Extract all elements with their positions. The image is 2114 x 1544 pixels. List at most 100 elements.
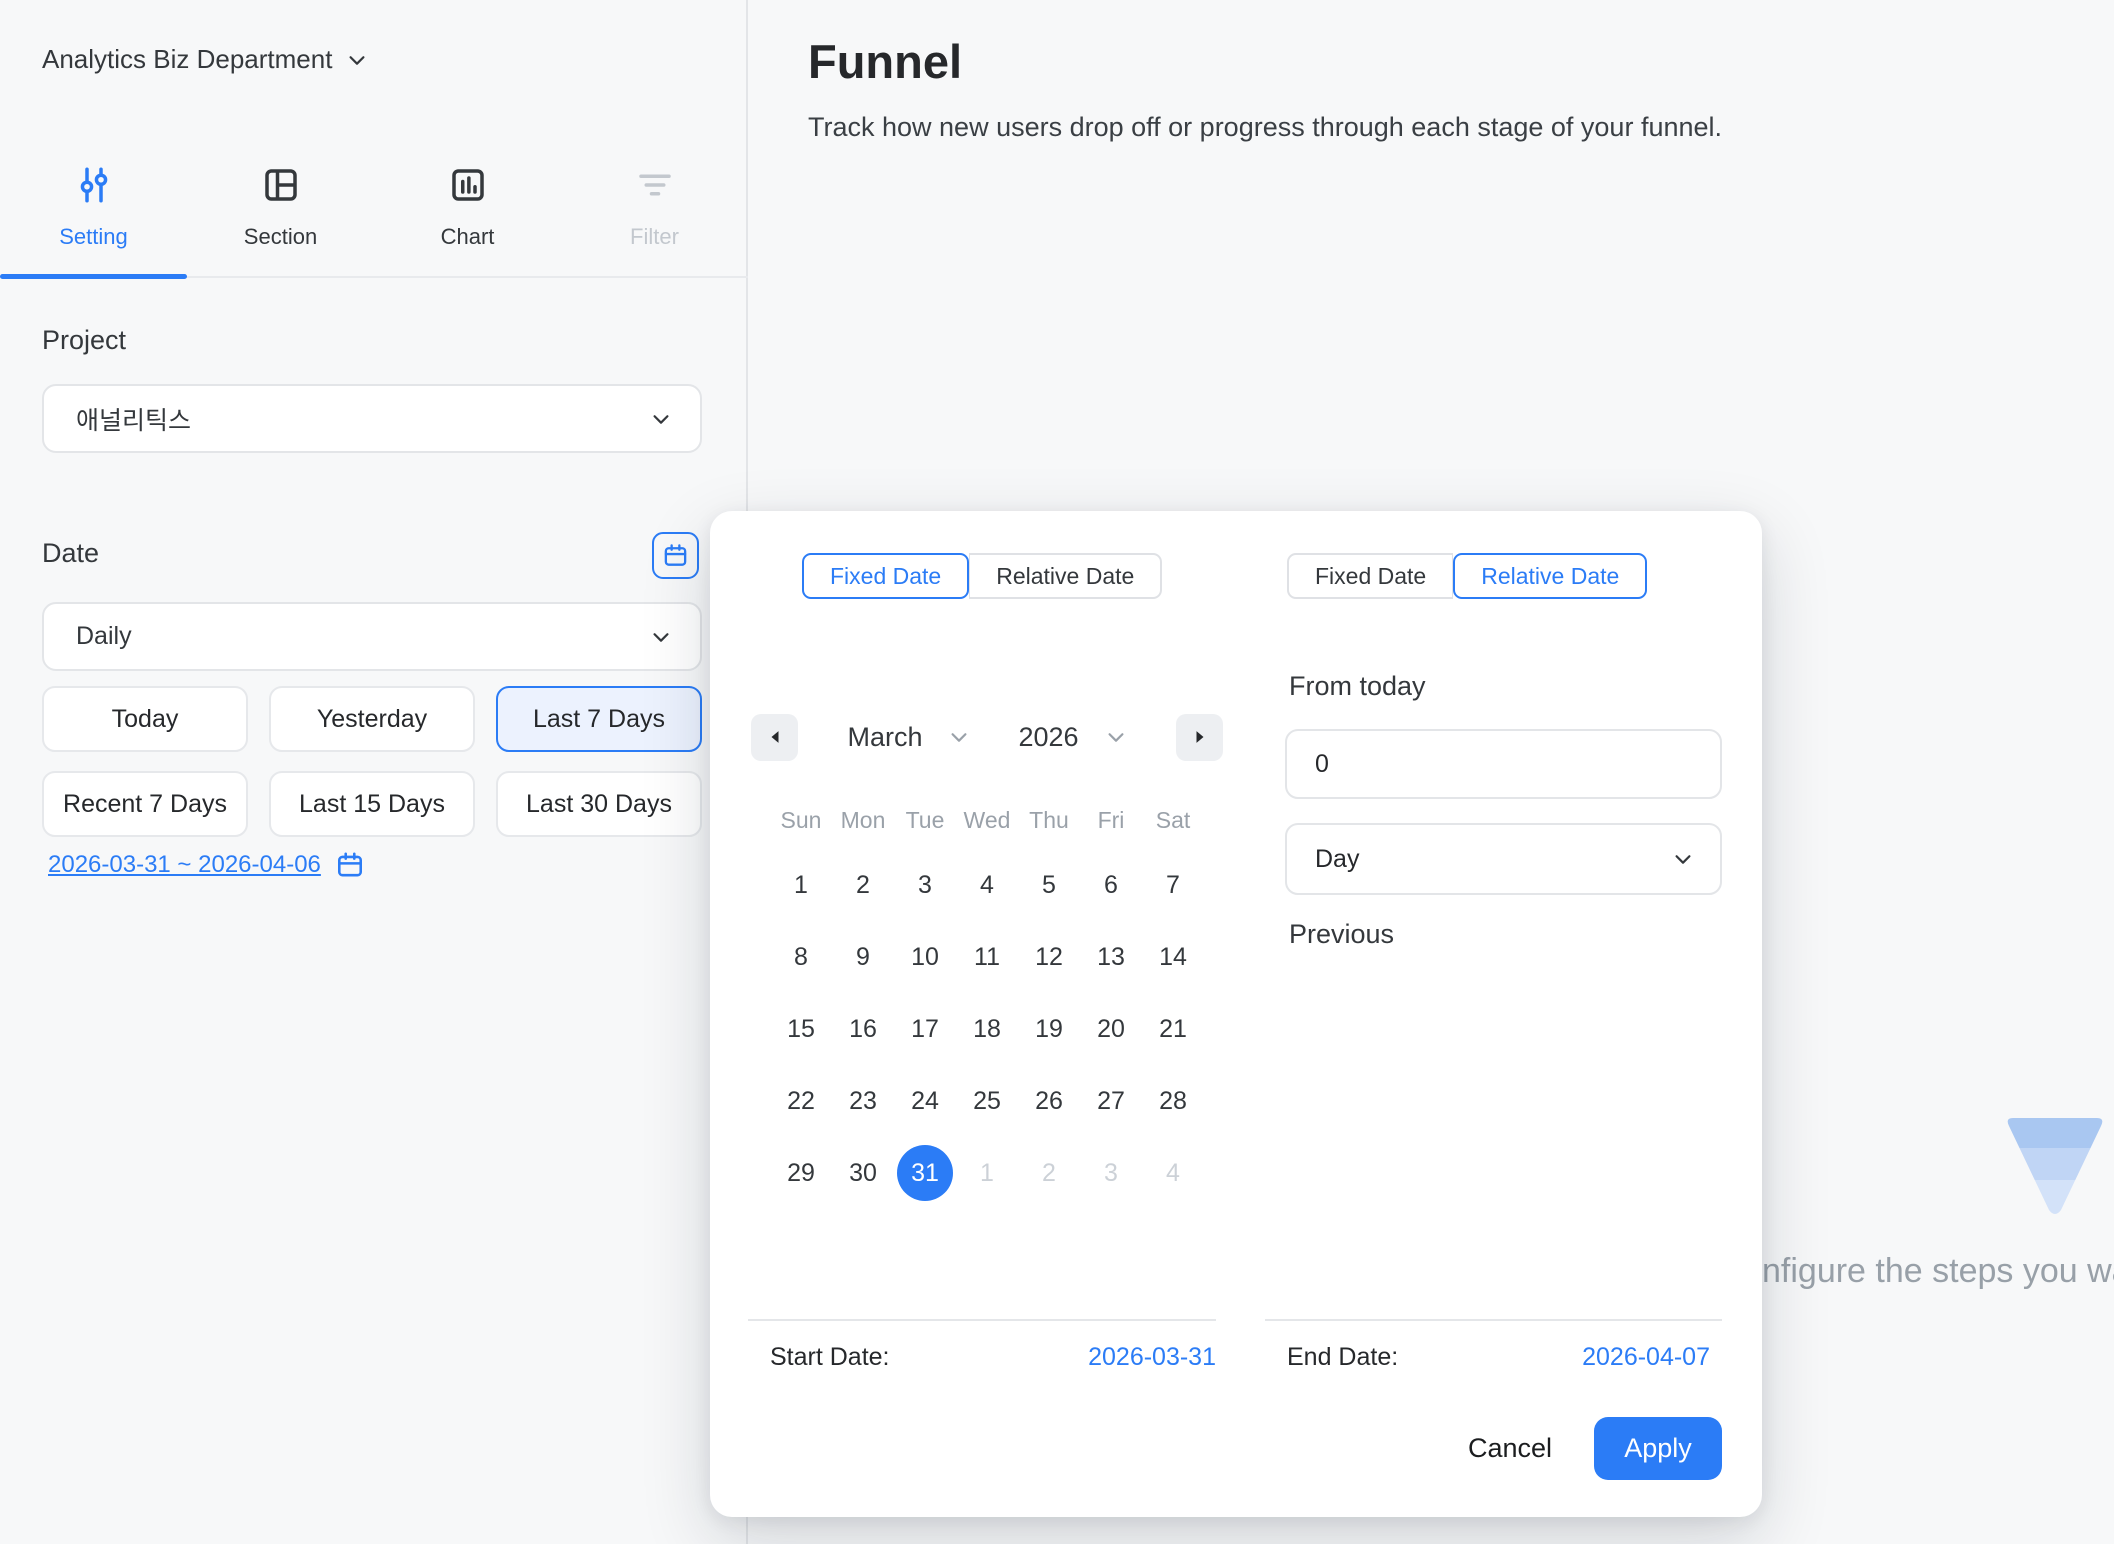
- end-date-value[interactable]: 2026-04-07: [1582, 1343, 1710, 1372]
- calendar-weekdays: SunMonTueWedThuFriSat: [770, 807, 1204, 834]
- start-date-row: Start Date: 2026-03-31: [770, 1343, 1216, 1372]
- calendar-day[interactable]: 15: [770, 993, 832, 1065]
- project-label: Project: [42, 325, 126, 356]
- start-date-value[interactable]: 2026-03-31: [1088, 1343, 1216, 1372]
- calendar-day[interactable]: 29: [770, 1137, 832, 1209]
- chevron-down-icon: [1672, 848, 1694, 870]
- calendar-day[interactable]: 30: [832, 1137, 894, 1209]
- preset-last-30-days-button[interactable]: Last 30 Days: [496, 771, 702, 837]
- calendar-day[interactable]: 16: [832, 993, 894, 1065]
- end-fixed-date-button[interactable]: Fixed Date: [1287, 553, 1453, 599]
- weekday-label: Thu: [1018, 807, 1080, 834]
- weekday-label: Tue: [894, 807, 956, 834]
- calendar-day[interactable]: 23: [832, 1065, 894, 1137]
- calendar-day[interactable]: 3: [1080, 1137, 1142, 1209]
- app-root: Analytics Biz Department Setting: [0, 0, 2114, 1544]
- preset-today-button[interactable]: Today: [42, 686, 248, 752]
- next-month-button[interactable]: [1176, 714, 1223, 761]
- calendar-day[interactable]: 10: [894, 921, 956, 993]
- calendar-day[interactable]: 2: [1018, 1137, 1080, 1209]
- tab-label: Section: [244, 224, 317, 250]
- granularity-select[interactable]: Daily: [42, 602, 702, 671]
- triangle-left-icon: [768, 730, 782, 744]
- end-relative-date-button[interactable]: Relative Date: [1453, 553, 1647, 599]
- from-today-label: From today: [1289, 671, 1426, 702]
- layout-icon: [260, 162, 302, 208]
- calendar-day[interactable]: 5: [1018, 849, 1080, 921]
- date-preset-group: Today Yesterday Last 7 Days Recent 7 Day…: [42, 686, 702, 837]
- month-select-value: March: [847, 722, 922, 753]
- preset-yesterday-button[interactable]: Yesterday: [269, 686, 475, 752]
- offset-input[interactable]: [1285, 729, 1722, 799]
- calendar-day[interactable]: 24: [894, 1065, 956, 1137]
- calendar-day[interactable]: 11: [956, 921, 1018, 993]
- preset-last-15-days-button[interactable]: Last 15 Days: [269, 771, 475, 837]
- year-select[interactable]: 2026: [1018, 722, 1126, 753]
- apply-button[interactable]: Apply: [1594, 1417, 1722, 1480]
- calendar-day[interactable]: 4: [1142, 1137, 1204, 1209]
- calendar-day[interactable]: 7: [1142, 849, 1204, 921]
- calendar-day[interactable]: 27: [1080, 1065, 1142, 1137]
- calendar-day[interactable]: 1: [770, 849, 832, 921]
- calendar-day[interactable]: 3: [894, 849, 956, 921]
- end-date-row: End Date: 2026-04-07: [1287, 1343, 1710, 1372]
- calendar-day[interactable]: 20: [1080, 993, 1142, 1065]
- tab-label: Setting: [59, 224, 128, 250]
- start-relative-date-button[interactable]: Relative Date: [969, 553, 1162, 599]
- calendar-day[interactable]: 8: [770, 921, 832, 993]
- bar-chart-icon: [447, 162, 489, 208]
- weekday-label: Wed: [956, 807, 1018, 834]
- calendar-icon[interactable]: [335, 850, 365, 880]
- workspace-switcher[interactable]: Analytics Biz Department: [42, 44, 368, 75]
- year-select-value: 2026: [1018, 722, 1078, 753]
- calendar-day[interactable]: 6: [1080, 849, 1142, 921]
- month-select[interactable]: March: [847, 722, 970, 753]
- open-date-picker-button[interactable]: [652, 532, 699, 579]
- calendar-day[interactable]: 18: [956, 993, 1018, 1065]
- calendar-day[interactable]: 21: [1142, 993, 1204, 1065]
- calendar-day[interactable]: 14: [1142, 921, 1204, 993]
- calendar-day[interactable]: 22: [770, 1065, 832, 1137]
- calendar-day[interactable]: 17: [894, 993, 956, 1065]
- unit-select[interactable]: Day: [1285, 823, 1722, 895]
- cancel-button[interactable]: Cancel: [1468, 1433, 1552, 1464]
- project-select[interactable]: 애널리틱스: [42, 384, 702, 453]
- tab-setting[interactable]: Setting: [0, 148, 187, 276]
- preset-recent-7-days-button[interactable]: Recent 7 Days: [42, 771, 248, 837]
- background-hint-text: nfigure the steps you wan: [1762, 1252, 2114, 1291]
- tab-label: Filter: [630, 224, 679, 250]
- filter-icon: [634, 162, 676, 208]
- start-fixed-date-button[interactable]: Fixed Date: [802, 553, 969, 599]
- calendar-day[interactable]: 9: [832, 921, 894, 993]
- calendar-day[interactable]: 31: [894, 1137, 956, 1209]
- calendar-day[interactable]: 12: [1018, 921, 1080, 993]
- end-date-label: End Date:: [1287, 1343, 1398, 1372]
- date-range-link[interactable]: 2026-03-31 ~ 2026-04-06: [48, 851, 321, 879]
- calendar-day[interactable]: 13: [1080, 921, 1142, 993]
- date-range-modal: Fixed Date Relative Date Fixed Date Rela…: [710, 511, 1762, 1517]
- workspace-label: Analytics Biz Department: [42, 44, 332, 75]
- end-mode-toggle: Fixed Date Relative Date: [1287, 553, 1647, 599]
- calendar-day[interactable]: 19: [1018, 993, 1080, 1065]
- date-label: Date: [42, 538, 99, 569]
- triangle-right-icon: [1193, 730, 1207, 744]
- calendar-day[interactable]: 4: [956, 849, 1018, 921]
- tab-chart[interactable]: Chart: [374, 148, 561, 276]
- calendar-day[interactable]: 26: [1018, 1065, 1080, 1137]
- weekday-label: Mon: [832, 807, 894, 834]
- previous-month-button[interactable]: [751, 714, 798, 761]
- calendar-day[interactable]: 2: [832, 849, 894, 921]
- calendar-icon: [662, 542, 689, 569]
- tab-filter[interactable]: Filter: [561, 148, 748, 276]
- chevron-down-icon: [650, 408, 672, 430]
- calendar-day[interactable]: 28: [1142, 1065, 1204, 1137]
- chevron-down-icon: [346, 49, 368, 71]
- tab-label: Chart: [441, 224, 495, 250]
- end-date-divider: [1265, 1319, 1722, 1321]
- preset-last-7-days-button[interactable]: Last 7 Days: [496, 686, 702, 752]
- modal-actions: Cancel Apply: [1468, 1417, 1722, 1480]
- selected-range-row: 2026-03-31 ~ 2026-04-06: [48, 850, 365, 880]
- tab-section[interactable]: Section: [187, 148, 374, 276]
- calendar-day[interactable]: 25: [956, 1065, 1018, 1137]
- calendar-day[interactable]: 1: [956, 1137, 1018, 1209]
